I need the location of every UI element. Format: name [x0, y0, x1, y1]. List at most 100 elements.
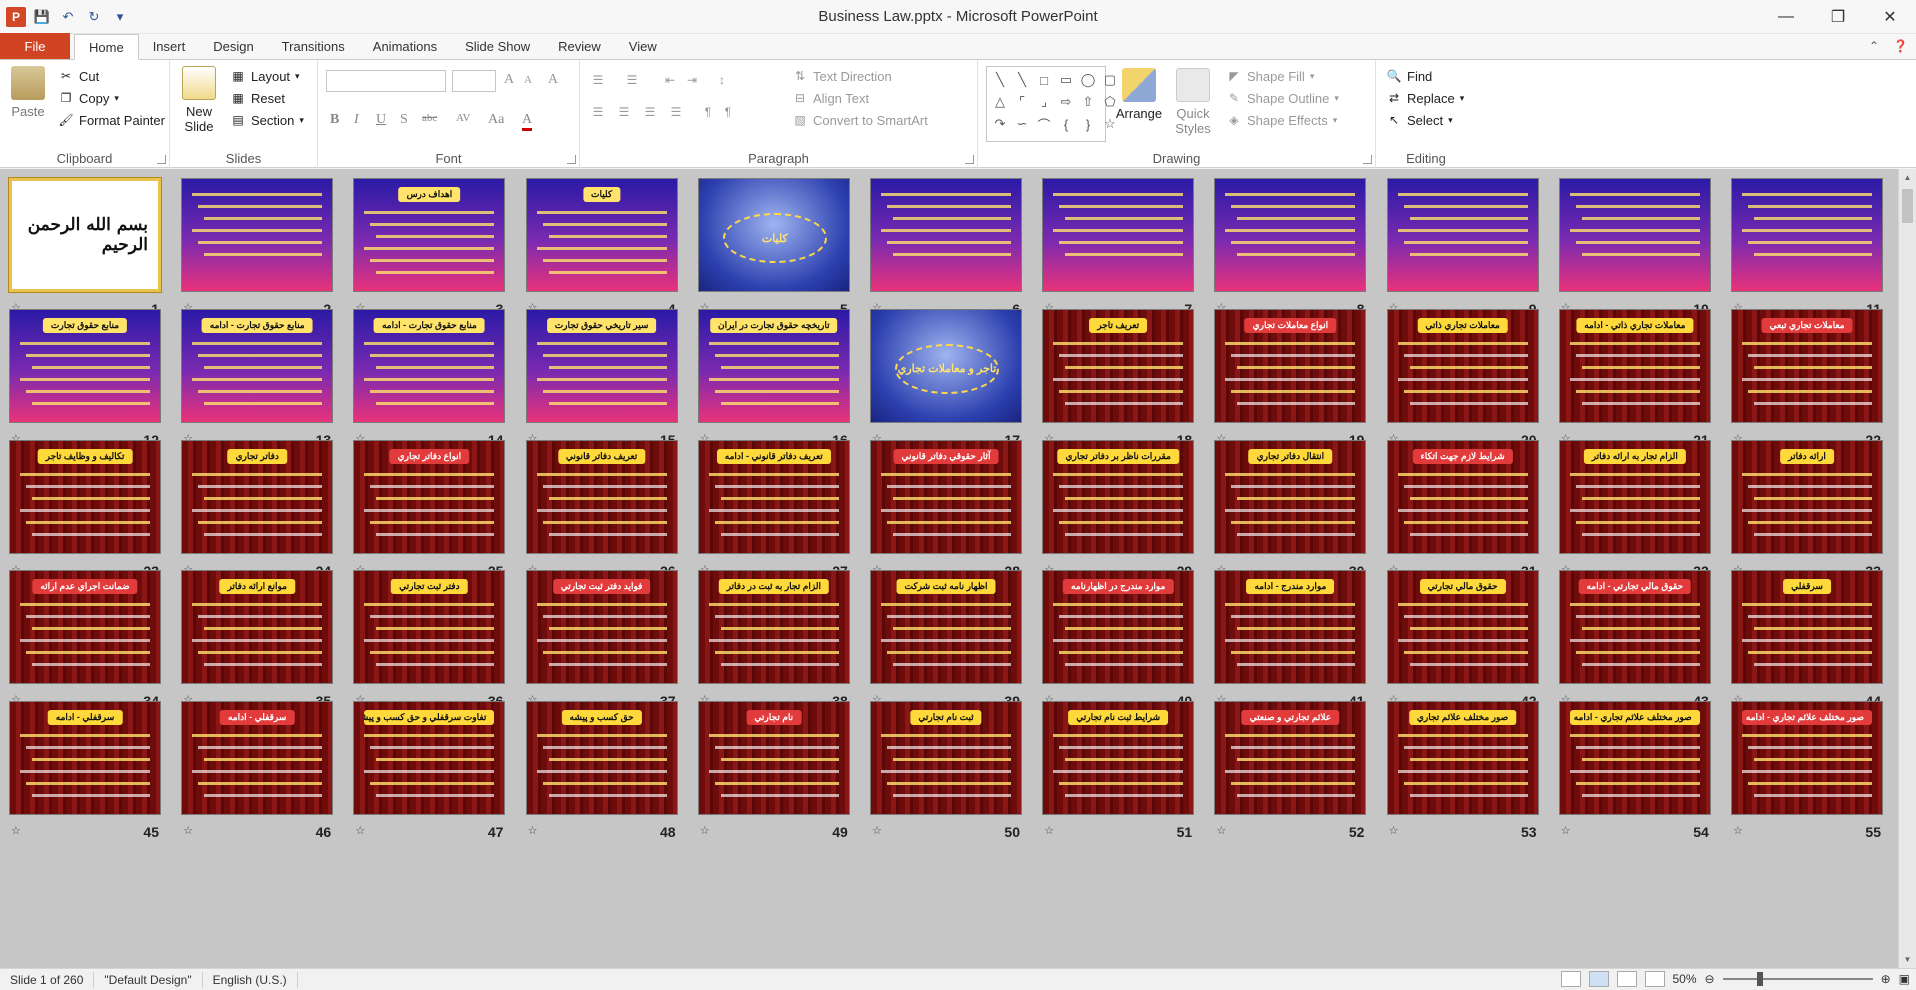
slide-thumbnail[interactable]: ضمانت اجراي عدم ارائه — [9, 570, 161, 685]
slide-thumbnail-cell[interactable]: نام تجارتي ☆ 49 — [697, 696, 850, 850]
layout-button[interactable]: ▦ Layout ▾ — [230, 68, 299, 84]
maximize-icon[interactable]: ❐ — [1812, 0, 1864, 34]
line-shape-icon[interactable]: ╲ — [990, 70, 1010, 90]
transition-icon[interactable]: ☆ — [700, 824, 710, 837]
slide-thumbnail[interactable]: موارد مندرج - ادامه — [1214, 570, 1367, 685]
zoom-in-icon[interactable]: ⊕ — [1881, 972, 1891, 986]
tab-review[interactable]: Review — [544, 33, 615, 59]
slide-thumbnail[interactable]: سير تاريخي حقوق تجارت — [525, 308, 678, 423]
normal-view-icon[interactable] — [1560, 971, 1581, 987]
slide-thumbnail[interactable]: فوايد دفتر ثبت تجارتي — [525, 570, 678, 685]
slide-thumbnail-cell[interactable]: صور مختلف علائم تجاري ☆ 53 — [1386, 696, 1539, 850]
slide-thumbnail[interactable]: حقوق مالي تجارتي - ادامه — [1558, 570, 1711, 685]
bullets-button[interactable]: ☰ — [590, 72, 606, 88]
slide-thumbnail-cell[interactable]: ثبت نام تجارتي ☆ 50 — [870, 696, 1022, 850]
slide-thumbnail[interactable]: معاملات تجاري ذاتي - ادامه — [1558, 308, 1711, 423]
font-color-button[interactable]: A — [522, 112, 533, 131]
clear-format-icon[interactable]: A — [548, 72, 558, 88]
slide-thumbnail[interactable]: صور مختلف علائم تجاري - ادامه — [1558, 701, 1711, 816]
slide-thumbnail[interactable]: تعريف دفاتر قانوني — [525, 439, 678, 554]
dialog-launcher-icon[interactable] — [567, 155, 576, 164]
slide-thumbnail[interactable]: كليات — [525, 178, 678, 292]
zoom-slider[interactable] — [1722, 972, 1873, 986]
transition-icon[interactable]: ☆ — [1733, 824, 1743, 837]
rtl-button[interactable]: ¶ — [700, 104, 716, 120]
connector-shape-icon[interactable]: ⌟ — [1034, 92, 1054, 112]
theme-name[interactable]: "Default Design" — [94, 971, 203, 988]
scroll-down-icon[interactable]: ▼ — [1899, 951, 1916, 968]
scroll-up-icon[interactable]: ▲ — [1899, 169, 1916, 186]
zoom-slider-knob[interactable] — [1756, 972, 1763, 986]
slide-thumbnail[interactable]: منابع حقوق تجارت - ادامه — [181, 308, 334, 423]
transition-icon[interactable]: ☆ — [528, 824, 538, 837]
slide-thumbnail[interactable]: بسم الله الرحمن الرحيم — [8, 177, 162, 293]
slide-thumbnail-cell[interactable]: حق كسب و پيشه ☆ 48 — [525, 696, 678, 850]
dialog-launcher-icon[interactable] — [157, 155, 166, 164]
format-painter-button[interactable]: 🖌 Format Painter — [58, 112, 165, 128]
slide-thumbnail[interactable]: علائم تجارتي و صنعتي — [1214, 701, 1367, 816]
slide-thumbnail[interactable]: ارائه دفاتر — [1731, 439, 1883, 554]
slide-thumbnail-cell[interactable]: سرقفلي - ادامه ☆ 46 — [181, 696, 334, 850]
arrow-shape-icon[interactable]: ⇨ — [1056, 92, 1076, 112]
copy-button[interactable]: ❐ Copy ▾ — [58, 90, 119, 106]
decrease-indent-button[interactable]: ⇤ — [662, 72, 678, 88]
slide-thumbnail[interactable]: سرقفلي - ادامه — [9, 701, 161, 816]
font-name-combo[interactable] — [326, 70, 446, 92]
slide-thumbnail[interactable]: ثبت نام تجارتي — [870, 701, 1022, 816]
section-button[interactable]: ▤ Section ▾ — [230, 112, 304, 128]
zoom-level[interactable]: 50% — [1673, 972, 1697, 986]
replace-button[interactable]: ⇄ Replace ▾ — [1386, 90, 1464, 106]
slide-thumbnail[interactable]: انواع دفاتر تجاري — [353, 439, 506, 554]
save-icon[interactable]: 💾 — [32, 7, 52, 27]
change-case-button[interactable]: Aa — [488, 112, 504, 128]
dialog-launcher-icon[interactable] — [1363, 155, 1372, 164]
slide-thumbnail[interactable] — [1042, 178, 1195, 292]
align-left-button[interactable]: ☰ — [590, 104, 606, 120]
arrow-shape-icon[interactable]: ⇧ — [1078, 92, 1098, 112]
slide-thumbnail[interactable]: تاريخچه حقوق تجارت در ايران — [697, 308, 850, 423]
slide-thumbnail[interactable]: اهداف درس — [353, 178, 506, 292]
dialog-launcher-icon[interactable] — [965, 155, 974, 164]
align-center-button[interactable]: ☰ — [616, 104, 632, 120]
oval-shape-icon[interactable]: ◯ — [1078, 70, 1098, 90]
slide-thumbnail[interactable]: صور مختلف علائم تجاري — [1386, 701, 1539, 816]
numbering-button[interactable]: ☰ — [624, 72, 640, 88]
convert-smartart-button[interactable]: ▧ Convert to SmartArt — [792, 112, 928, 128]
find-button[interactable]: 🔍 Find — [1386, 68, 1433, 84]
underline-button[interactable]: U — [376, 112, 386, 128]
slide-thumbnail-cell[interactable]: سرقفلي - ادامه ☆ 45 — [9, 696, 161, 850]
slide-thumbnail[interactable]: منابع حقوق تجارت - ادامه — [353, 308, 506, 423]
slide-thumbnail[interactable]: منابع حقوق تجارت — [9, 308, 161, 423]
strikethrough-button[interactable]: abc — [422, 112, 437, 124]
slide-sorter-pane[interactable]: بسم الله الرحمن الرحيم☆1☆2اهداف درس☆3كلي… — [0, 169, 1898, 968]
tab-home[interactable]: Home — [74, 34, 139, 60]
slide-thumbnail-cell[interactable]: شرايط ثبت نام تجارتي ☆ 51 — [1042, 696, 1195, 850]
close-icon[interactable]: ✕ — [1864, 0, 1916, 34]
shape-fill-button[interactable]: ◤ Shape Fill ▾ — [1226, 68, 1314, 84]
grow-font-icon[interactable]: A — [504, 72, 514, 88]
slide-thumbnail-cell[interactable]: علائم تجارتي و صنعتي ☆ 52 — [1214, 696, 1367, 850]
align-right-button[interactable]: ☰ — [642, 104, 658, 120]
shapes-gallery[interactable]: ╲ ╲ □ ▭ ◯ ▢ △ ⌜ ⌟ ⇨ ⇧ ⬠ ↷ ∽ ⌒{} ☆ — [986, 66, 1116, 142]
slide-thumbnail[interactable] — [1731, 178, 1883, 292]
slide-thumbnail[interactable]: شرايط لازم جهت اتكاء — [1386, 439, 1539, 554]
cut-button[interactable]: ✂ Cut — [58, 68, 99, 84]
ltr-button[interactable]: ¶ — [720, 104, 736, 120]
transition-icon[interactable]: ☆ — [1216, 824, 1226, 837]
slide-thumbnail[interactable]: كليات — [697, 178, 850, 292]
slide-thumbnail[interactable]: سرقفلي - ادامه — [181, 701, 334, 816]
brace-shape-icon[interactable]: { — [1056, 114, 1076, 134]
triangle-shape-icon[interactable]: △ — [990, 92, 1010, 112]
brace-shape-icon[interactable]: } — [1078, 114, 1098, 134]
line-shape-icon[interactable]: ╲ — [1012, 70, 1032, 90]
vertical-scrollbar[interactable]: ▲ ▼ — [1898, 169, 1916, 968]
slide-thumbnail-cell[interactable]: صور مختلف علائم تجاري - ادامه ☆ 55 — [1731, 696, 1883, 850]
transition-icon[interactable]: ☆ — [11, 824, 21, 837]
shadow-button[interactable]: S — [400, 112, 408, 128]
new-slide-button[interactable]: New Slide — [178, 66, 220, 134]
scroll-thumb[interactable] — [1902, 189, 1913, 223]
character-spacing-button[interactable]: AV — [456, 112, 470, 124]
minimize-ribbon-icon[interactable]: ⌃ — [1869, 39, 1879, 53]
curve-shape-icon[interactable]: ∽ — [1012, 114, 1032, 134]
slide-thumbnail[interactable]: آثار حقوقي دفاتر قانوني — [870, 439, 1022, 554]
